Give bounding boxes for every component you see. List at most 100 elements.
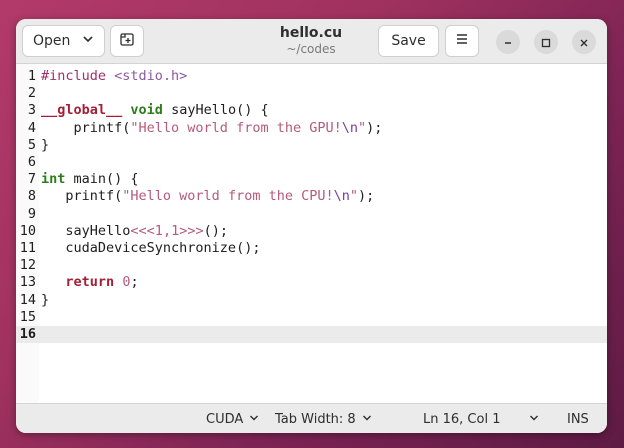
code-text[interactable]: printf("Hello world from the CPU!\n"); (41, 188, 374, 205)
code-token: 1 (154, 222, 163, 239)
code-token: <stdio.h> (114, 68, 188, 84)
line-number: 4 (27, 119, 36, 136)
chevron-down-icon (529, 412, 539, 427)
header-bar: Open hello.cu ~/codes Save (16, 19, 607, 64)
code-token: int (41, 171, 66, 188)
cursor-position-label: Ln 16, Col 1 (423, 411, 501, 427)
code-line[interactable]: 12 (16, 257, 607, 274)
line-number: 13 (19, 274, 36, 291)
code-token: >>> (179, 222, 204, 239)
close-icon (579, 33, 589, 52)
line-number: 12 (19, 257, 36, 274)
close-button[interactable] (572, 30, 596, 54)
chevron-down-icon (249, 412, 259, 427)
code-token: sayHello (41, 222, 131, 239)
window-subtitle: ~/codes (286, 42, 336, 56)
line-number: 5 (27, 136, 36, 153)
code-text[interactable]: } (41, 137, 49, 154)
code-token: , (162, 222, 172, 239)
line-number: 1 (27, 68, 36, 84)
code-line[interactable]: 13 return 0; (16, 274, 607, 291)
code-token: printf( (41, 119, 131, 136)
maximize-icon (541, 33, 551, 52)
code-token: "Hello world from the GPU! (130, 119, 342, 136)
code-token: sayHello() { (162, 102, 269, 119)
line-number: 15 (19, 308, 36, 325)
position-menu-button[interactable] (529, 404, 539, 433)
code-line[interactable]: 10 sayHello<<<1,1>>>(); (16, 223, 607, 240)
code-line[interactable]: 15 (16, 309, 607, 326)
code-line[interactable]: 9 (16, 206, 607, 223)
minimize-icon (503, 33, 513, 52)
language-label: CUDA (206, 411, 244, 427)
language-selector[interactable]: CUDA (206, 404, 259, 433)
code-line[interactable]: 4 printf("Hello world from the GPU!\n"); (16, 120, 607, 137)
chevron-down-icon (362, 412, 372, 427)
line-number: 9 (27, 205, 36, 222)
code-token: } (41, 291, 50, 308)
tab-width-selector[interactable]: Tab Width: 8 (275, 404, 372, 433)
code-token: __global__ (41, 102, 123, 119)
code-token: \n (333, 188, 350, 205)
code-token: 1 (171, 222, 180, 239)
line-number: 6 (27, 154, 36, 170)
code-text[interactable]: } (41, 292, 49, 309)
code-line[interactable]: 14} (16, 292, 607, 309)
status-bar: CUDA Tab Width: 8 Ln 16, Col 1 INS (16, 403, 607, 433)
code-line[interactable]: 2 (16, 85, 607, 102)
tab-width-label: Tab Width: 8 (275, 411, 356, 427)
main-menu-button[interactable] (445, 25, 479, 57)
code-token: " (349, 188, 359, 205)
code-editor[interactable]: 1 #include <stdio.h> 2 3 __global__ void say… (16, 64, 607, 403)
code-line[interactable]: 16 (16, 326, 607, 344)
open-button-label: Open (33, 33, 71, 49)
code-token: printf( (41, 188, 123, 205)
line-number: 11 (19, 240, 36, 256)
new-tab-icon (119, 31, 135, 51)
code-text[interactable]: sayHello<<<1,1>>>(); (41, 223, 228, 240)
line-number: 3 (27, 102, 36, 119)
new-tab-button[interactable] (110, 25, 144, 57)
line-number: 14 (19, 291, 36, 308)
insert-mode-indicator[interactable]: INS (567, 404, 589, 433)
hamburger-menu-icon (455, 33, 469, 49)
code-text[interactable]: __global__ void sayHello() { (41, 102, 269, 119)
minimize-button[interactable] (496, 30, 520, 54)
line-number: 8 (27, 188, 36, 205)
editor-window: Open hello.cu ~/codes Save 1 #include <s… (16, 19, 607, 433)
line-number: 10 (19, 222, 36, 239)
code-line[interactable]: 7 int main() { (16, 171, 607, 188)
title-area: hello.cu ~/codes (236, 24, 386, 57)
code-line[interactable]: 8 printf("Hello world from the CPU!\n"); (16, 188, 607, 205)
code-token: (); (203, 222, 228, 239)
code-token: cudaDeviceSynchronize(); (41, 240, 261, 256)
code-line[interactable]: 6 (16, 154, 607, 171)
code-token: #include (41, 68, 115, 84)
code-line[interactable]: 11 cudaDeviceSynchronize(); (16, 240, 607, 257)
code-token: ; (130, 274, 139, 291)
code-token: <<< (130, 222, 155, 239)
code-text[interactable]: int main() { (41, 171, 139, 188)
code-token: return (65, 274, 115, 291)
cursor-position[interactable]: Ln 16, Col 1 (423, 404, 500, 433)
code-text[interactable]: #include <stdio.h> (41, 68, 187, 85)
window-title: hello.cu (279, 25, 343, 41)
code-line[interactable]: 5} (16, 137, 607, 154)
line-number: 7 (27, 171, 36, 188)
chevron-down-icon (82, 33, 94, 49)
line-number: 16 (19, 326, 36, 342)
save-button[interactable]: Save (378, 25, 439, 57)
code-text[interactable]: cudaDeviceSynchronize(); (41, 240, 260, 257)
code-text[interactable]: printf("Hello world from the GPU!\n"); (41, 119, 383, 137)
code-line[interactable]: 1 #include <stdio.h> (16, 68, 607, 85)
code-token: void (130, 102, 163, 119)
insert-mode-label: INS (567, 411, 589, 427)
code-text[interactable]: return 0; (41, 274, 139, 291)
code-token: ); (358, 188, 375, 205)
maximize-button[interactable] (534, 30, 558, 54)
code-token: ); (366, 119, 383, 136)
code-line[interactable]: 3 __global__ void sayHello() { (16, 102, 607, 119)
code-token: \n (341, 119, 358, 136)
open-button[interactable]: Open (22, 25, 105, 57)
